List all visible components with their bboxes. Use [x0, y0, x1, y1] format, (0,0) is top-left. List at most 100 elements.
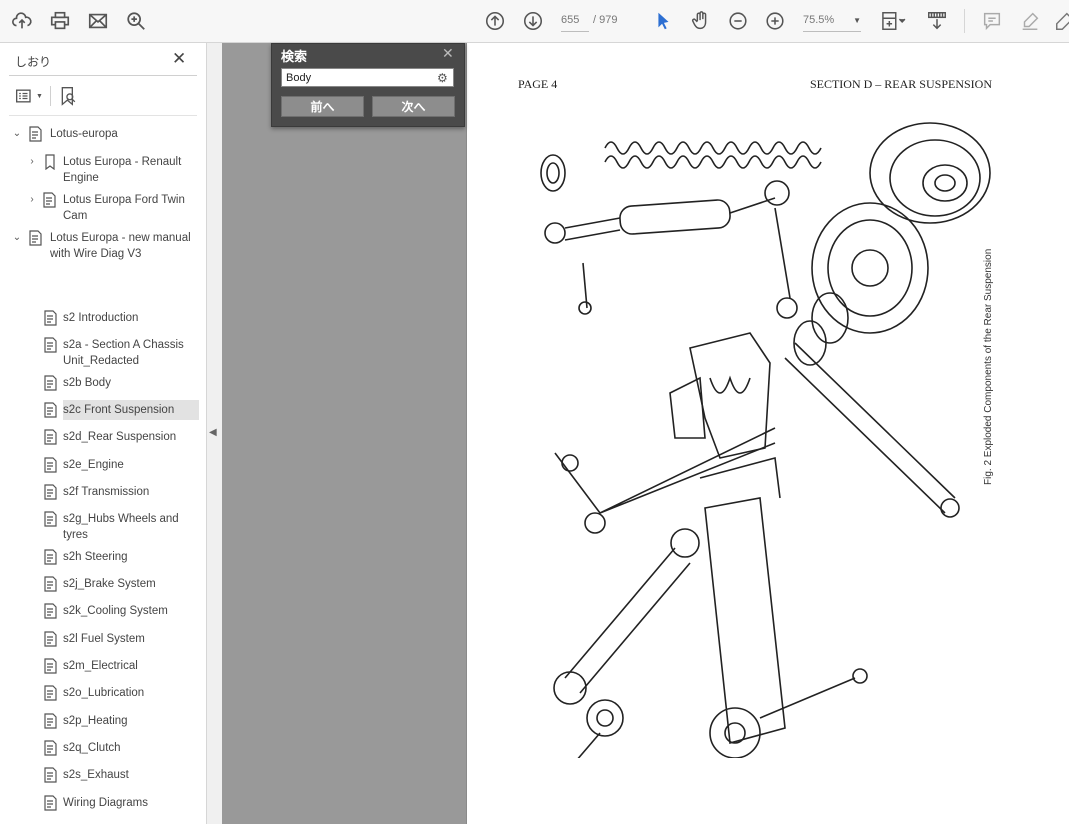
- bookmark-label: s2l Fuel System: [63, 633, 145, 645]
- draw-icon[interactable]: [1052, 8, 1069, 34]
- mail-icon[interactable]: [85, 8, 111, 34]
- bookmark-item[interactable]: s2m_Electrical: [0, 658, 206, 674]
- bookmark-item[interactable]: s2h Steering: [0, 549, 206, 565]
- bookmark-item[interactable]: s2s_Exhaust: [0, 767, 206, 783]
- bookmark-item[interactable]: s2j_Brake System: [0, 576, 206, 592]
- divider: [9, 115, 197, 116]
- mounting-bracket: [669, 332, 771, 459]
- comment-icon[interactable]: [979, 8, 1005, 34]
- page-bookmark-icon: [44, 511, 58, 527]
- page-fit-icon[interactable]: [876, 8, 910, 34]
- collapse-panel-icon[interactable]: ◀: [209, 427, 217, 438]
- bookmark-item[interactable]: › Lotus Europa - Renault Engine: [0, 154, 206, 186]
- page-total: / 979: [593, 14, 618, 26]
- page-bookmark-icon: [44, 658, 58, 674]
- bookmark-label: s2g_Hubs Wheels and tyres: [63, 513, 179, 541]
- zoom-in-icon[interactable]: [762, 8, 788, 34]
- page-bookmark-icon: [44, 631, 58, 647]
- bookmark-label: Lotus Europa Ford Twin Cam: [63, 194, 185, 222]
- bookmark-item[interactable]: s2e_Engine: [0, 457, 206, 473]
- search-icon[interactable]: [123, 8, 149, 34]
- chevron-right-icon[interactable]: ›: [26, 154, 38, 170]
- bookmark-item[interactable]: s2 Introduction: [0, 310, 206, 326]
- bookmark-item[interactable]: s2g_Hubs Wheels and tyres: [0, 511, 206, 543]
- chevron-down-icon[interactable]: ⌄: [11, 230, 23, 246]
- bookmark-options-button[interactable]: ▼: [15, 85, 43, 107]
- bookmark-search-icon: [61, 87, 76, 106]
- find-previous-button[interactable]: 前へ: [281, 96, 364, 117]
- bookmark-item[interactable]: Wiring Diagrams: [0, 795, 206, 811]
- bookmark-item[interactable]: ⌄ Lotus Europa - new manual with Wire Di…: [0, 230, 206, 262]
- page-bookmark-icon: [44, 549, 58, 565]
- page-current: 655: [561, 14, 580, 26]
- page-bookmark-icon: [44, 375, 58, 391]
- bookmark-item[interactable]: s2d_Rear Suspension: [0, 429, 206, 445]
- print-icon[interactable]: [47, 8, 73, 34]
- highlight-pen-icon[interactable]: [1017, 8, 1043, 34]
- page-bookmark-icon: [44, 337, 58, 353]
- page-bookmark-icon: [44, 713, 58, 729]
- page-bookmark-icon: [44, 576, 58, 592]
- select-cursor-icon[interactable]: [650, 8, 676, 34]
- bookmark-label: s2d_Rear Suspension: [63, 431, 177, 443]
- toolbar: 655 / 979 75.5% ▼: [0, 0, 1069, 43]
- hand-tool-icon[interactable]: [688, 8, 714, 34]
- scroll-mode-icon[interactable]: [924, 8, 950, 34]
- options-list-icon: [16, 89, 31, 103]
- close-icon[interactable]: ✕: [172, 50, 186, 68]
- previous-page-icon[interactable]: [482, 8, 508, 34]
- page-bookmark-icon: [44, 310, 58, 326]
- bookmark-label: s2b Body: [63, 377, 111, 389]
- bookmark-item[interactable]: s2l Fuel System: [0, 631, 206, 647]
- coil-spring: [604, 141, 822, 169]
- bookmark-label: s2j_Brake System: [63, 578, 156, 590]
- close-icon[interactable]: ✕: [442, 45, 454, 62]
- next-page-icon[interactable]: [520, 8, 546, 34]
- bookmark-item[interactable]: s2a - Section A Chassis Unit_Redacted: [0, 337, 206, 369]
- bookmark-item[interactable]: ⌄ Lotus-europa: [0, 126, 206, 142]
- bookmark-label: s2s_Exhaust: [63, 769, 129, 781]
- bookmark-item[interactable]: s2k_Cooling System: [0, 603, 206, 619]
- bookmark-label: Lotus Europa - Renault Engine: [63, 156, 182, 184]
- gear-icon[interactable]: ⚙: [437, 71, 448, 85]
- divider: [9, 75, 197, 76]
- pdf-page: PAGE 4 SECTION D – REAR SUSPENSION Fig. …: [466, 43, 1069, 824]
- find-input[interactable]: Body: [281, 68, 454, 87]
- zoom-select[interactable]: 75.5% ▼: [803, 9, 861, 32]
- chevron-down-icon: ▼: [853, 15, 861, 25]
- page-bookmark-icon: [44, 603, 58, 619]
- page-bookmark-icon: [43, 192, 57, 208]
- zoom-value: 75.5%: [803, 14, 835, 26]
- find-next-button[interactable]: 次へ: [372, 96, 455, 117]
- page-bookmark-icon: [44, 767, 58, 783]
- bookmark-label: s2o_Lubrication: [63, 687, 145, 699]
- bookmark-item-selected[interactable]: s2c Front Suspension: [0, 400, 206, 420]
- bookmark-label: s2k_Cooling System: [63, 605, 168, 617]
- bookmark-item[interactable]: s2p_Heating: [0, 713, 206, 729]
- bookmark-item[interactable]: s2b Body: [0, 375, 206, 391]
- brake-drum: [869, 122, 991, 224]
- find-title: 検索: [281, 49, 308, 64]
- bookmark-item[interactable]: › Lotus Europa Ford Twin Cam: [0, 192, 206, 224]
- page-bookmark-icon: [44, 429, 58, 445]
- page-bookmark-icon: [44, 795, 58, 811]
- page-bookmark-icon: [29, 230, 43, 246]
- bookmark-item[interactable]: s2f Transmission: [0, 484, 206, 500]
- bookmark-label: Lotus Europa - new manual with Wire Diag…: [50, 232, 191, 260]
- page-bookmark-icon: [44, 685, 58, 701]
- chevron-right-icon[interactable]: ›: [26, 192, 38, 208]
- toolbar-divider: [964, 9, 965, 33]
- find-bookmark-button[interactable]: [59, 85, 79, 107]
- brake-backplate: [811, 202, 929, 334]
- page-number-input[interactable]: 655: [561, 9, 589, 32]
- zoom-out-icon[interactable]: [725, 8, 751, 34]
- chevron-down-icon: ▼: [36, 92, 43, 100]
- suspension-exploded-diagram: [540, 122, 991, 758]
- bookmark-label: Lotus-europa: [50, 128, 118, 140]
- ribbon-bookmark-icon: [43, 154, 57, 171]
- bookmark-item[interactable]: s2o_Lubrication: [0, 685, 206, 701]
- chevron-down-icon[interactable]: ⌄: [11, 126, 23, 142]
- bookmark-item[interactable]: s2q_Clutch: [0, 740, 206, 756]
- drive-shaft: [784, 342, 956, 514]
- upload-cloud-icon[interactable]: [9, 8, 35, 34]
